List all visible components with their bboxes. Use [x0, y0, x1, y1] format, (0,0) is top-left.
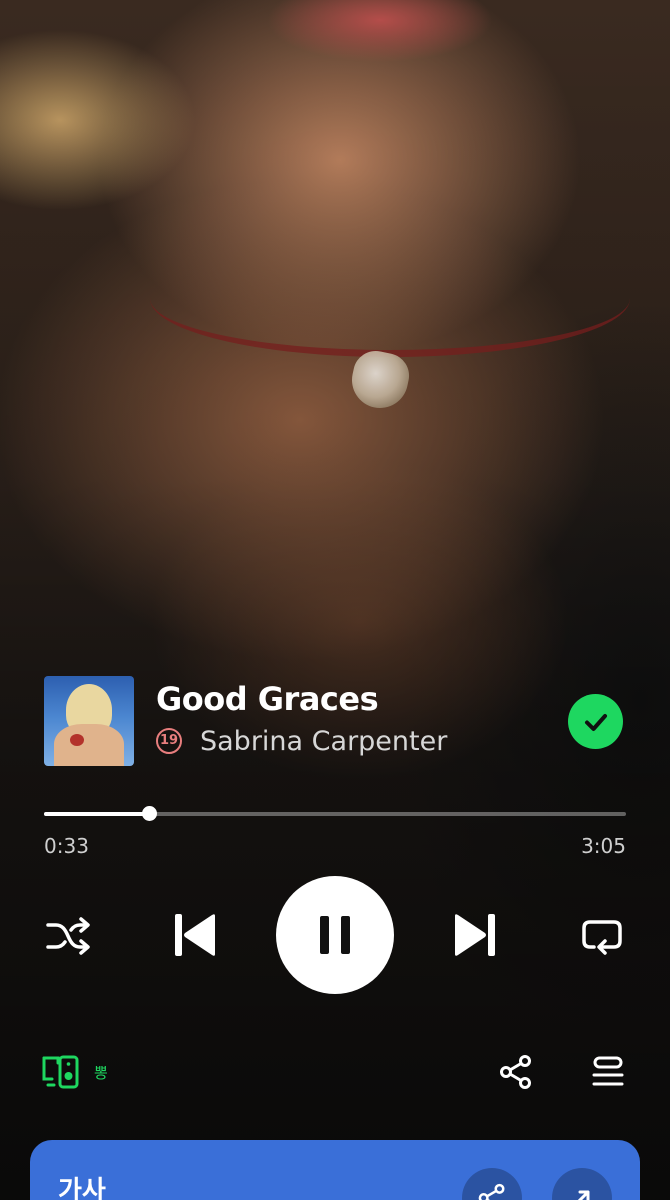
connect-device-icon	[42, 1055, 79, 1089]
explicit-badge: 19	[156, 728, 182, 754]
pause-button[interactable]	[276, 876, 394, 994]
artist-name[interactable]: Sabrina Carpenter	[200, 726, 447, 757]
repeat-icon	[582, 920, 622, 955]
connect-device-button[interactable]: 뽕	[40, 1052, 108, 1092]
lyrics-expand-button[interactable]	[552, 1168, 612, 1200]
queue-icon	[592, 1056, 624, 1086]
track-info: Good Graces 19 Sabrina Carpenter	[44, 676, 626, 766]
expand-icon	[577, 1190, 590, 1200]
checkmark-icon	[584, 713, 607, 731]
lyrics-share-button[interactable]	[462, 1168, 522, 1200]
lyrics-card[interactable]: 가사	[30, 1140, 640, 1200]
next-track-button[interactable]	[442, 902, 508, 968]
previous-track-button[interactable]	[162, 902, 228, 968]
total-time: 3:05	[581, 834, 626, 858]
progress-fill	[44, 812, 150, 816]
album-art-detail	[70, 734, 84, 746]
repeat-button[interactable]	[574, 908, 630, 964]
pause-icon	[320, 916, 350, 954]
saved-to-library-button[interactable]	[568, 694, 623, 749]
shuffle-icon	[46, 917, 90, 955]
share-icon	[478, 1183, 505, 1200]
skip-next-icon	[455, 914, 495, 956]
track-title[interactable]: Good Graces	[156, 680, 379, 718]
progress-bar[interactable]	[44, 806, 626, 821]
queue-button[interactable]	[586, 1050, 630, 1094]
share-icon	[500, 1055, 531, 1089]
lyrics-title: 가사	[58, 1176, 106, 1200]
now-playing-screen: Good Graces 19 Sabrina Carpenter 0:33 3:…	[0, 0, 670, 1200]
elapsed-time: 0:33	[44, 834, 89, 858]
shuffle-button[interactable]	[40, 908, 96, 964]
background-shade	[0, 0, 670, 1200]
album-art-detail	[54, 724, 124, 766]
skip-previous-icon	[175, 914, 215, 956]
album-art[interactable]	[44, 676, 134, 766]
device-label: 뽕	[94, 1063, 108, 1082]
share-button[interactable]	[494, 1050, 538, 1094]
